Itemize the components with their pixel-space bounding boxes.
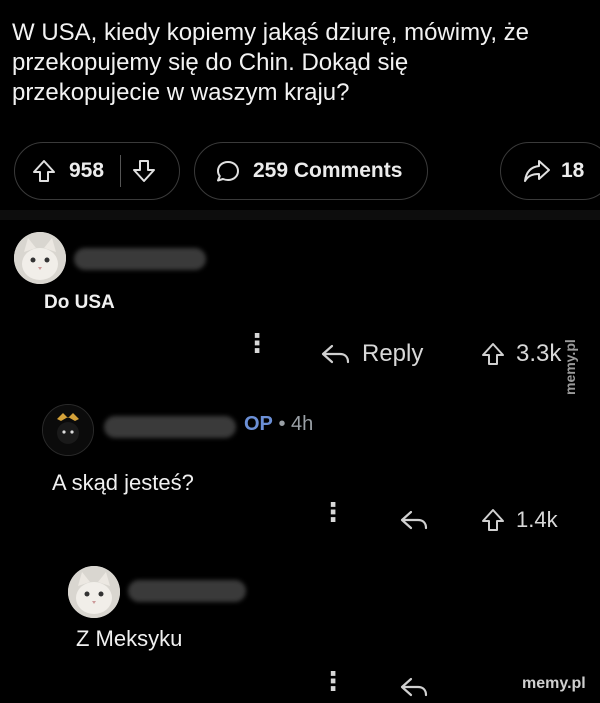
share-arrow-icon	[523, 158, 551, 184]
comment-bubble-icon	[215, 158, 241, 184]
comment-score: 3.3k	[516, 340, 562, 367]
avatar[interactable]	[42, 404, 94, 456]
post-title: W USA, kiedy kopiemy jakąś dziurę, mówim…	[12, 19, 530, 106]
comment-text: Do USA	[44, 292, 115, 313]
reply-button[interactable]	[398, 507, 430, 533]
upvote-icon[interactable]	[480, 507, 506, 533]
op-badge: OP	[244, 413, 273, 435]
avatar[interactable]	[14, 232, 66, 284]
cat-avatar-icon	[14, 232, 66, 284]
comments-button[interactable]: 259 Comments	[194, 142, 428, 200]
comment-score: 1.4k	[516, 507, 558, 532]
reply-button[interactable]	[398, 674, 430, 700]
reply-arrow-icon	[398, 507, 430, 533]
comment-text: Z Meksyku	[76, 626, 183, 651]
redacted-username	[128, 580, 246, 602]
redacted-username	[74, 248, 206, 270]
upvote-count: 958	[69, 159, 105, 182]
dark-avatar-icon	[43, 405, 93, 455]
more-options-icon[interactable]: ⋮	[320, 499, 346, 525]
upvote-icon[interactable]	[31, 158, 57, 184]
comment-meta: OP • 4h	[244, 413, 313, 436]
comment-actions: ⋮	[320, 499, 346, 525]
comment-vote: 1.4k	[480, 507, 558, 533]
vote-bar: 958	[14, 142, 180, 200]
more-options-icon[interactable]: ⋮	[320, 668, 346, 694]
cat-avatar-icon	[68, 566, 120, 618]
comment-time: • 4h	[278, 413, 314, 435]
share-button[interactable]: 18	[500, 142, 600, 200]
upvote-icon[interactable]	[480, 341, 506, 367]
reply-label: Reply	[362, 340, 424, 367]
more-options-icon[interactable]: ⋮	[244, 330, 270, 356]
share-count: 18	[561, 159, 585, 182]
comment-actions: ⋮	[244, 330, 270, 356]
redacted-username	[104, 416, 236, 438]
reply-arrow-icon	[398, 674, 430, 700]
section-divider	[0, 210, 600, 220]
watermark: memy.pl	[522, 675, 586, 692]
comment-text: A skąd jesteś?	[52, 470, 194, 495]
comment-vote: 3.3k	[480, 340, 562, 368]
reply-button[interactable]: Reply	[318, 340, 423, 368]
downvote-icon[interactable]	[131, 158, 157, 184]
watermark-vertical: memy.pl	[562, 339, 578, 395]
avatar[interactable]	[68, 566, 120, 618]
comments-label: 259 Comments	[253, 159, 403, 182]
vote-divider	[120, 155, 122, 187]
reply-arrow-icon	[318, 341, 352, 367]
comment-actions: ⋮	[320, 668, 346, 694]
